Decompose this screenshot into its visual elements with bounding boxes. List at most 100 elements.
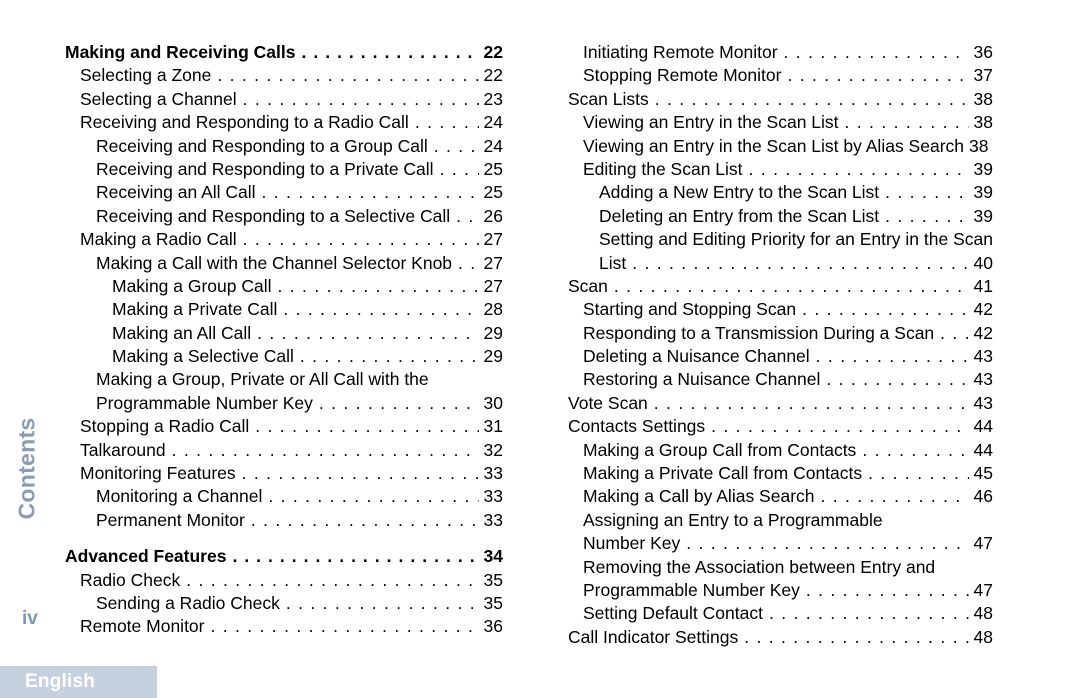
toc-entry-title: Selecting a Zone: [80, 65, 212, 86]
toc-entry-title: Receiving and Responding to a Private Ca…: [96, 158, 434, 179]
toc-entry[interactable]: Responding to a Transmission During a Sc…: [583, 322, 993, 345]
toc-entry[interactable]: Viewing an Entry in the Scan List 38: [583, 111, 993, 134]
toc-entry-title: Talkaround: [80, 439, 166, 460]
toc-entry-page-number: 39: [973, 182, 993, 203]
language-banner: English: [0, 666, 157, 698]
toc-entry[interactable]: Receiving and Responding to a Private Ca…: [96, 158, 503, 181]
toc-entry[interactable]: Viewing an Entry in the Scan List by Ali…: [583, 135, 993, 158]
toc-entry-title: Making a Group Call from Contacts: [583, 439, 857, 460]
toc-entry[interactable]: Making and Receiving Calls 22: [65, 41, 503, 64]
toc-entry[interactable]: Making a Group, Private or All Call with…: [96, 368, 503, 391]
toc-dot-leader: [217, 64, 478, 87]
toc-entry[interactable]: Making a Selective Call 29: [112, 345, 503, 368]
toc-entry[interactable]: Setting Default Contact 48: [583, 602, 993, 625]
toc-entry[interactable]: Remote Monitor 36: [80, 615, 503, 638]
toc-entry-title: Making a Selective Call: [112, 346, 294, 367]
toc-entry[interactable]: Making a Radio Call 27: [80, 228, 503, 251]
toc-entry-page-number: 27: [483, 252, 503, 273]
toc-entry[interactable]: Monitoring Features 33: [80, 462, 503, 485]
toc-entry[interactable]: Programmable Number Key 47: [583, 579, 993, 602]
toc-dot-leader: [242, 462, 479, 485]
toc-entry-page-number: 43: [973, 369, 993, 390]
toc-entry[interactable]: Selecting a Zone 22: [80, 64, 503, 87]
toc-dot-leader: [686, 532, 968, 555]
toc-dot-leader: [319, 392, 479, 415]
toc-entry[interactable]: Call Indicator Settings 48: [568, 626, 993, 649]
toc-entry-page-number: 39: [973, 205, 993, 226]
toc-entry[interactable]: Deleting a Nuisance Channel 43: [583, 345, 993, 368]
toc-entry-page-number: 41: [973, 275, 993, 296]
language-banner-label: English: [25, 671, 96, 692]
toc-entry[interactable]: Receiving and Responding to a Group Call…: [96, 135, 503, 158]
toc-dot-leader: [845, 111, 969, 134]
toc-entry-title: Monitoring Features: [80, 463, 236, 484]
toc-entry[interactable]: Making a Call with the Channel Selector …: [96, 252, 503, 275]
toc-entry[interactable]: Programmable Number Key 30: [96, 392, 503, 415]
toc-entry[interactable]: Stopping Remote Monitor 37: [583, 64, 993, 87]
toc-entry[interactable]: Making a Call by Alias Search 46: [583, 485, 993, 508]
toc-entry[interactable]: Receiving and Responding to a Radio Call…: [80, 111, 503, 134]
toc-entry-title: Setting and Editing Priority for an Entr…: [599, 229, 993, 250]
toc-entry[interactable]: Making a Group Call 27: [112, 275, 503, 298]
toc-entry[interactable]: Selecting a Channel 23: [80, 88, 503, 111]
toc-dot-leader: [654, 392, 969, 415]
toc-entry[interactable]: Talkaround 32: [80, 439, 503, 462]
toc-entry-title: Setting Default Contact: [583, 603, 763, 624]
toc-entry[interactable]: Adding a New Entry to the Scan List 39: [599, 181, 993, 204]
toc-dot-leader: [415, 111, 479, 134]
toc-entry[interactable]: Starting and Stopping Scan 42: [583, 298, 993, 321]
toc-entry[interactable]: Stopping a Radio Call 31: [80, 415, 503, 438]
toc-entry-page-number: 40: [973, 252, 993, 273]
toc-entry-title: Making a Radio Call: [80, 229, 237, 250]
toc-dot-leader: [262, 181, 479, 204]
toc-entry[interactable]: Permanent Monitor 33: [96, 509, 503, 532]
toc-dot-leader: [749, 158, 969, 181]
toc-entry[interactable]: Editing the Scan List 39: [583, 158, 993, 181]
toc-entry-page-number: 33: [483, 509, 503, 530]
toc-dot-leader: [300, 345, 479, 368]
toc-entry-title: Responding to a Transmission During a Sc…: [583, 322, 935, 343]
toc-entry-title: Deleting a Nuisance Channel: [583, 346, 810, 367]
toc-entry-page-number: 47: [973, 533, 993, 554]
toc-entry[interactable]: Making a Private Call 28: [112, 298, 503, 321]
toc-entry-title: Deleting an Entry from the Scan List: [599, 205, 880, 226]
toc-entry-page-number: 33: [483, 486, 503, 507]
toc-entry[interactable]: Vote Scan 43: [568, 392, 993, 415]
toc-dot-leader: [286, 592, 479, 615]
toc-entry-title: Viewing an Entry in the Scan List by Ali…: [583, 135, 965, 156]
toc-entry-title: Removing the Association between Entry a…: [583, 556, 936, 577]
toc-entry-title: Programmable Number Key: [96, 392, 313, 413]
toc-entry-title: Receiving an All Call: [96, 182, 256, 203]
toc-dot-leader: [243, 228, 479, 251]
toc-entry[interactable]: Deleting an Entry from the Scan List 39: [599, 205, 993, 228]
toc-entry-page-number: 46: [973, 486, 993, 507]
toc-dot-leader: [255, 415, 478, 438]
toc-entry[interactable]: Radio Check 35: [80, 569, 503, 592]
toc-entry[interactable]: Scan 41: [568, 275, 993, 298]
toc-entry[interactable]: Making a Group Call from Contacts 44: [583, 439, 993, 462]
toc-entry[interactable]: Setting and Editing Priority for an Entr…: [599, 228, 993, 251]
toc-entry[interactable]: Receiving an All Call 25: [96, 181, 503, 204]
toc-entry[interactable]: Making an All Call 29: [112, 322, 503, 345]
toc-entry[interactable]: Scan Lists 38: [568, 88, 993, 111]
toc-entry[interactable]: Advanced Features 34: [65, 545, 503, 568]
toc-dot-leader: [816, 345, 969, 368]
toc-entry[interactable]: Monitoring a Channel 33: [96, 485, 503, 508]
toc-dot-leader: [787, 64, 968, 87]
toc-entry[interactable]: Initiating Remote Monitor 36: [583, 41, 993, 64]
toc-entry-page-number: 28: [483, 299, 503, 320]
toc-entry[interactable]: Assigning an Entry to a Programmable: [583, 509, 993, 532]
toc-entry-title: Remote Monitor: [80, 616, 205, 637]
toc-entry[interactable]: Restoring a Nuisance Channel 43: [583, 368, 993, 391]
toc-entry-page-number: 22: [483, 42, 503, 62]
toc-dot-leader: [301, 41, 478, 64]
toc-entry[interactable]: Number Key 47: [583, 532, 993, 555]
toc-entry[interactable]: Receiving and Responding to a Selective …: [96, 205, 503, 228]
toc-entry[interactable]: List 40: [599, 252, 993, 275]
toc-entry[interactable]: Sending a Radio Check 35: [96, 592, 503, 615]
toc-entry-page-number: 35: [483, 569, 503, 590]
toc-entry[interactable]: Removing the Association between Entry a…: [583, 556, 993, 579]
toc-entry-page-number: 22: [483, 65, 503, 86]
toc-entry[interactable]: Making a Private Call from Contacts 45: [583, 462, 993, 485]
toc-entry[interactable]: Contacts Settings 44: [568, 415, 993, 438]
